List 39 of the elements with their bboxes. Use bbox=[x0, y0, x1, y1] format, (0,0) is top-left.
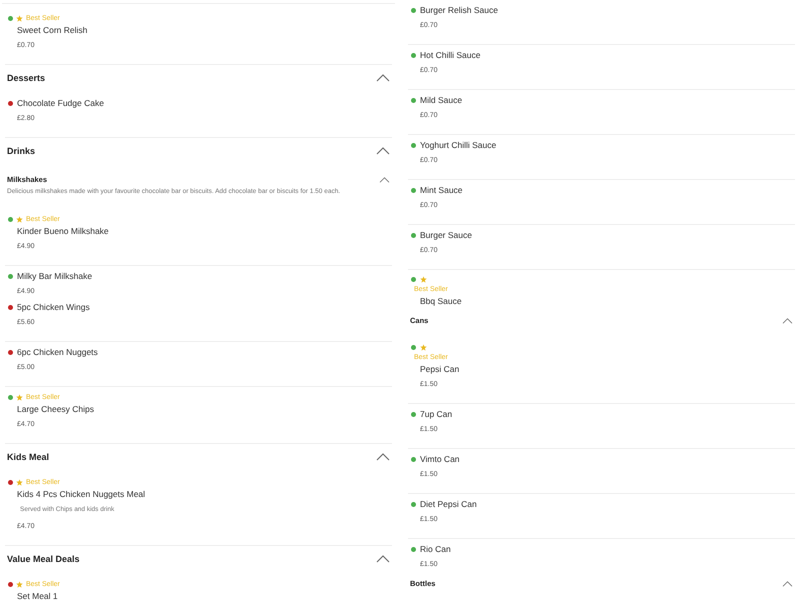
item-name[interactable]: Mild Sauce bbox=[420, 94, 462, 106]
item-name[interactable]: Chocolate Fudge Cake bbox=[17, 97, 104, 109]
item-name[interactable]: Kinder Bueno Milkshake bbox=[17, 225, 109, 237]
star-icon bbox=[16, 580, 23, 588]
chevron-up-icon[interactable] bbox=[782, 581, 793, 587]
item-name[interactable]: Mint Sauce bbox=[420, 184, 463, 196]
chevron-up-icon[interactable] bbox=[379, 177, 390, 183]
item-name[interactable]: Kids 4 Pcs Chicken Nuggets Meal bbox=[17, 488, 146, 500]
item-name[interactable]: Burger Sauce bbox=[420, 229, 472, 241]
item-name[interactable]: Pepsi Can bbox=[420, 363, 460, 375]
chevron-up-icon[interactable] bbox=[376, 74, 390, 82]
item-name[interactable]: Milky Bar Milkshake bbox=[17, 270, 92, 282]
item-name[interactable]: 5pc Chicken Wings bbox=[17, 301, 90, 313]
item-name[interactable]: 7up Can bbox=[420, 408, 452, 420]
section-title[interactable]: Desserts bbox=[7, 72, 46, 84]
star-icon bbox=[420, 344, 427, 350]
star-icon bbox=[16, 14, 23, 22]
item-name[interactable]: 6pc Chicken Nuggets bbox=[17, 346, 98, 358]
star-icon bbox=[16, 216, 23, 222]
item-name[interactable]: Set Meal 1 bbox=[17, 590, 58, 600]
section-title[interactable]: Drinks bbox=[7, 145, 36, 157]
section-title[interactable]: Kids Meal bbox=[7, 451, 50, 463]
chevron-up-icon[interactable] bbox=[376, 453, 390, 461]
item-name[interactable]: Diet Pepsi Can bbox=[420, 498, 477, 510]
section-title[interactable]: Value Meal Deals bbox=[7, 553, 80, 565]
item-name[interactable]: Sweet Corn Relish bbox=[17, 24, 88, 36]
chevron-up-icon[interactable] bbox=[376, 147, 390, 155]
chevron-up-icon[interactable] bbox=[376, 555, 390, 563]
star-icon bbox=[16, 478, 23, 486]
star-icon bbox=[16, 394, 23, 400]
item-name[interactable]: Bbq Sauce bbox=[420, 295, 462, 307]
chevron-up-icon[interactable] bbox=[782, 318, 793, 324]
item-name[interactable]: Vimto Can bbox=[420, 453, 460, 465]
item-name[interactable]: Burger Relish Sauce bbox=[420, 4, 498, 16]
item-name[interactable]: Rio Can bbox=[420, 543, 451, 555]
item-name[interactable]: Hot Chilli Sauce bbox=[420, 49, 480, 61]
star-icon bbox=[420, 276, 427, 282]
item-name[interactable]: Large Cheesy Chips bbox=[17, 403, 94, 415]
item-name[interactable]: Yoghurt Chilli Sauce bbox=[420, 139, 496, 151]
